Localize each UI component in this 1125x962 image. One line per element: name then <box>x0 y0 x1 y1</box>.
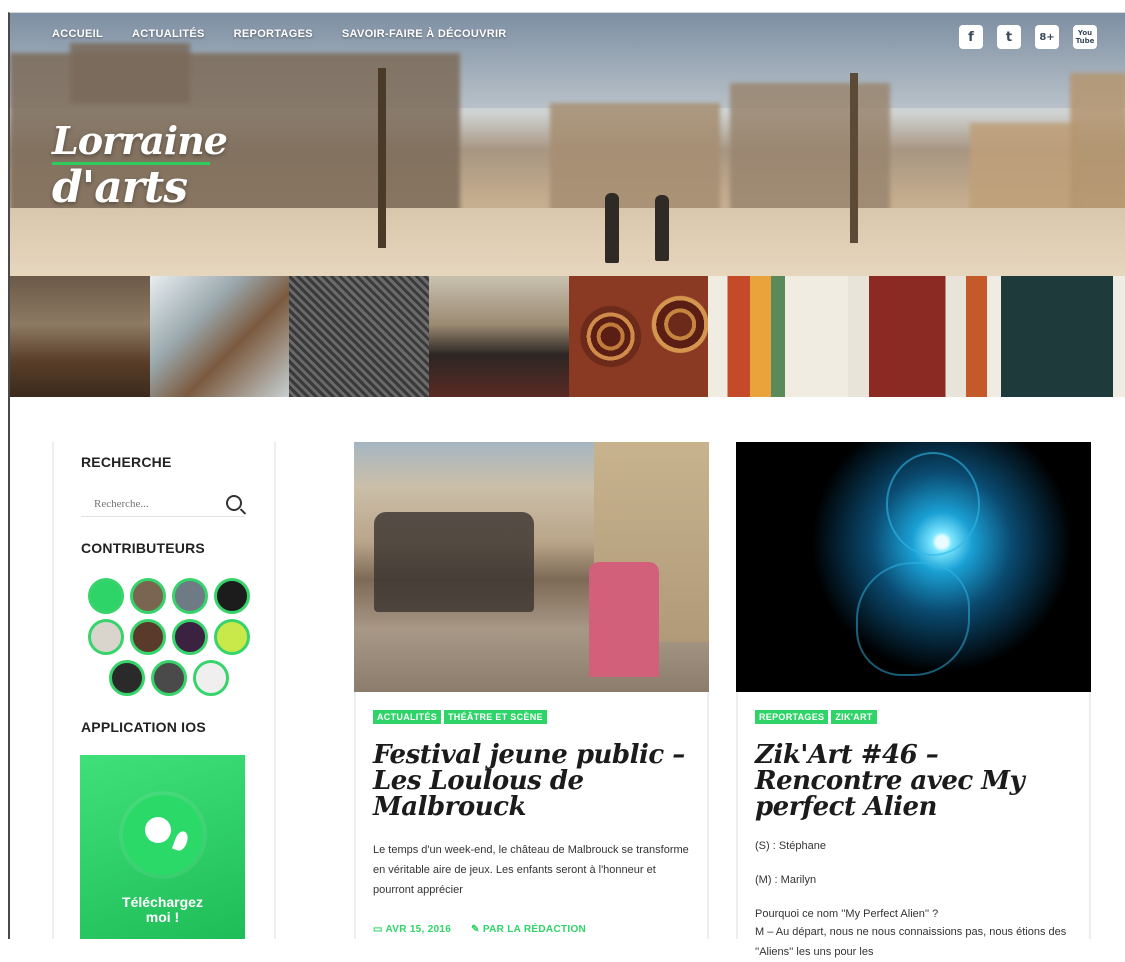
article-tags: REPORTAGES ZIK'ART <box>755 710 1072 724</box>
avatar[interactable] <box>88 578 124 614</box>
avatar[interactable] <box>130 619 166 655</box>
tag-link[interactable]: ACTUALITÉS <box>373 710 441 724</box>
search-box <box>81 494 245 517</box>
gallery-image[interactable] <box>10 276 150 397</box>
google-plus-icon[interactable]: 8+ <box>1035 25 1059 49</box>
article-title[interactable]: Festival jeune public – Les Loulous de M… <box>373 742 690 820</box>
avatar[interactable] <box>193 660 229 696</box>
avatar[interactable] <box>172 619 208 655</box>
nav-item-accueil[interactable]: ACCUEIL <box>52 28 103 40</box>
nav-item-reportages[interactable]: REPORTAGES <box>234 28 313 40</box>
search-icon[interactable] <box>226 495 242 511</box>
article-image[interactable] <box>736 442 1091 692</box>
pencil-icon: ✎ <box>471 924 483 935</box>
article-excerpt: Le temps d'un week-end, le château de Ma… <box>373 844 689 896</box>
article-title[interactable]: Zik'Art #46 – Rencontre avec My perfect … <box>755 742 1072 820</box>
avatar[interactable] <box>214 578 250 614</box>
article-author[interactable]: ✎ PAR LA RÉDACTION <box>471 924 586 935</box>
article-line: M – Au départ, nous ne nous connaissions… <box>755 926 1067 958</box>
logo-line1: Lorraine <box>52 118 228 163</box>
nav-item-actualites[interactable]: ACTUALITÉS <box>132 28 205 40</box>
gallery-image[interactable] <box>568 276 709 397</box>
article-line: Pourquoi ce nom ''My Perfect Alien'' ? <box>755 908 939 920</box>
youtube-icon[interactable]: You Tube <box>1073 25 1097 49</box>
article-date: ▭ AVR 15, 2016 <box>373 924 452 935</box>
contributors-grid <box>84 578 254 701</box>
tag-link[interactable]: THÉÂTRE ET SCÈNE <box>444 710 547 724</box>
page-frame: ACCUEIL ACTUALITÉS REPORTAGES SAVOIR-FAI… <box>8 12 1125 958</box>
gallery-image[interactable] <box>428 276 569 397</box>
avatar[interactable] <box>151 660 187 696</box>
app-title: APPLICATION IOS <box>81 719 206 735</box>
nav-item-savoir-faire[interactable]: SAVOIR-FAIRE À DÉCOUVRIR <box>342 28 507 40</box>
gallery-image[interactable] <box>987 276 1125 397</box>
article-tags: ACTUALITÉS THÉÂTRE ET SCÈNE <box>373 710 690 724</box>
article-body: REPORTAGES ZIK'ART Zik'Art #46 – Rencont… <box>736 692 1091 958</box>
avatar[interactable] <box>130 578 166 614</box>
article-body: ACTUALITÉS THÉÂTRE ET SCÈNE Festival jeu… <box>354 692 709 939</box>
image-gallery-strip <box>10 276 1125 397</box>
gallery-image[interactable] <box>708 276 848 397</box>
contributors-title: CONTRIBUTEURS <box>81 540 205 556</box>
main-nav: ACCUEIL ACTUALITÉS REPORTAGES SAVOIR-FAI… <box>52 28 507 40</box>
article-line: (M) : Marilyn <box>755 874 817 886</box>
app-logo-icon <box>123 795 203 875</box>
article-line: (S) : Stéphane <box>755 840 826 852</box>
ios-app-banner[interactable]: Téléchargez moi ! <box>80 755 245 939</box>
gallery-image[interactable] <box>289 276 429 397</box>
article-image[interactable] <box>354 442 709 692</box>
logo-line2: d'arts <box>52 162 188 213</box>
app-download-label: Téléchargez moi ! <box>122 894 203 925</box>
sidebar: RECHERCHE CONTRIBUTEURS <box>52 442 276 939</box>
avatar[interactable] <box>88 619 124 655</box>
avatar[interactable] <box>172 578 208 614</box>
avatar[interactable] <box>214 619 250 655</box>
article-card[interactable]: REPORTAGES ZIK'ART Zik'Art #46 – Rencont… <box>736 442 1091 958</box>
site-logo[interactable]: Lorraine d'arts <box>52 118 228 213</box>
tag-link[interactable]: ZIK'ART <box>831 710 877 724</box>
twitter-icon[interactable]: t <box>997 25 1021 49</box>
calendar-icon: ▭ <box>373 924 386 935</box>
article-meta: ▭ AVR 15, 2016 ✎ PAR LA RÉDACTION <box>373 924 690 935</box>
search-input[interactable] <box>81 495 224 510</box>
tag-link[interactable]: REPORTAGES <box>755 710 829 724</box>
gallery-image[interactable] <box>847 276 988 397</box>
article-card[interactable]: ACTUALITÉS THÉÂTRE ET SCÈNE Festival jeu… <box>354 442 709 939</box>
avatar[interactable] <box>109 660 145 696</box>
social-links: f t 8+ You Tube <box>959 25 1097 49</box>
search-title: RECHERCHE <box>81 454 172 470</box>
facebook-icon[interactable]: f <box>959 25 983 49</box>
hero-banner: ACCUEIL ACTUALITÉS REPORTAGES SAVOIR-FAI… <box>10 13 1125 276</box>
gallery-image[interactable] <box>149 276 290 397</box>
